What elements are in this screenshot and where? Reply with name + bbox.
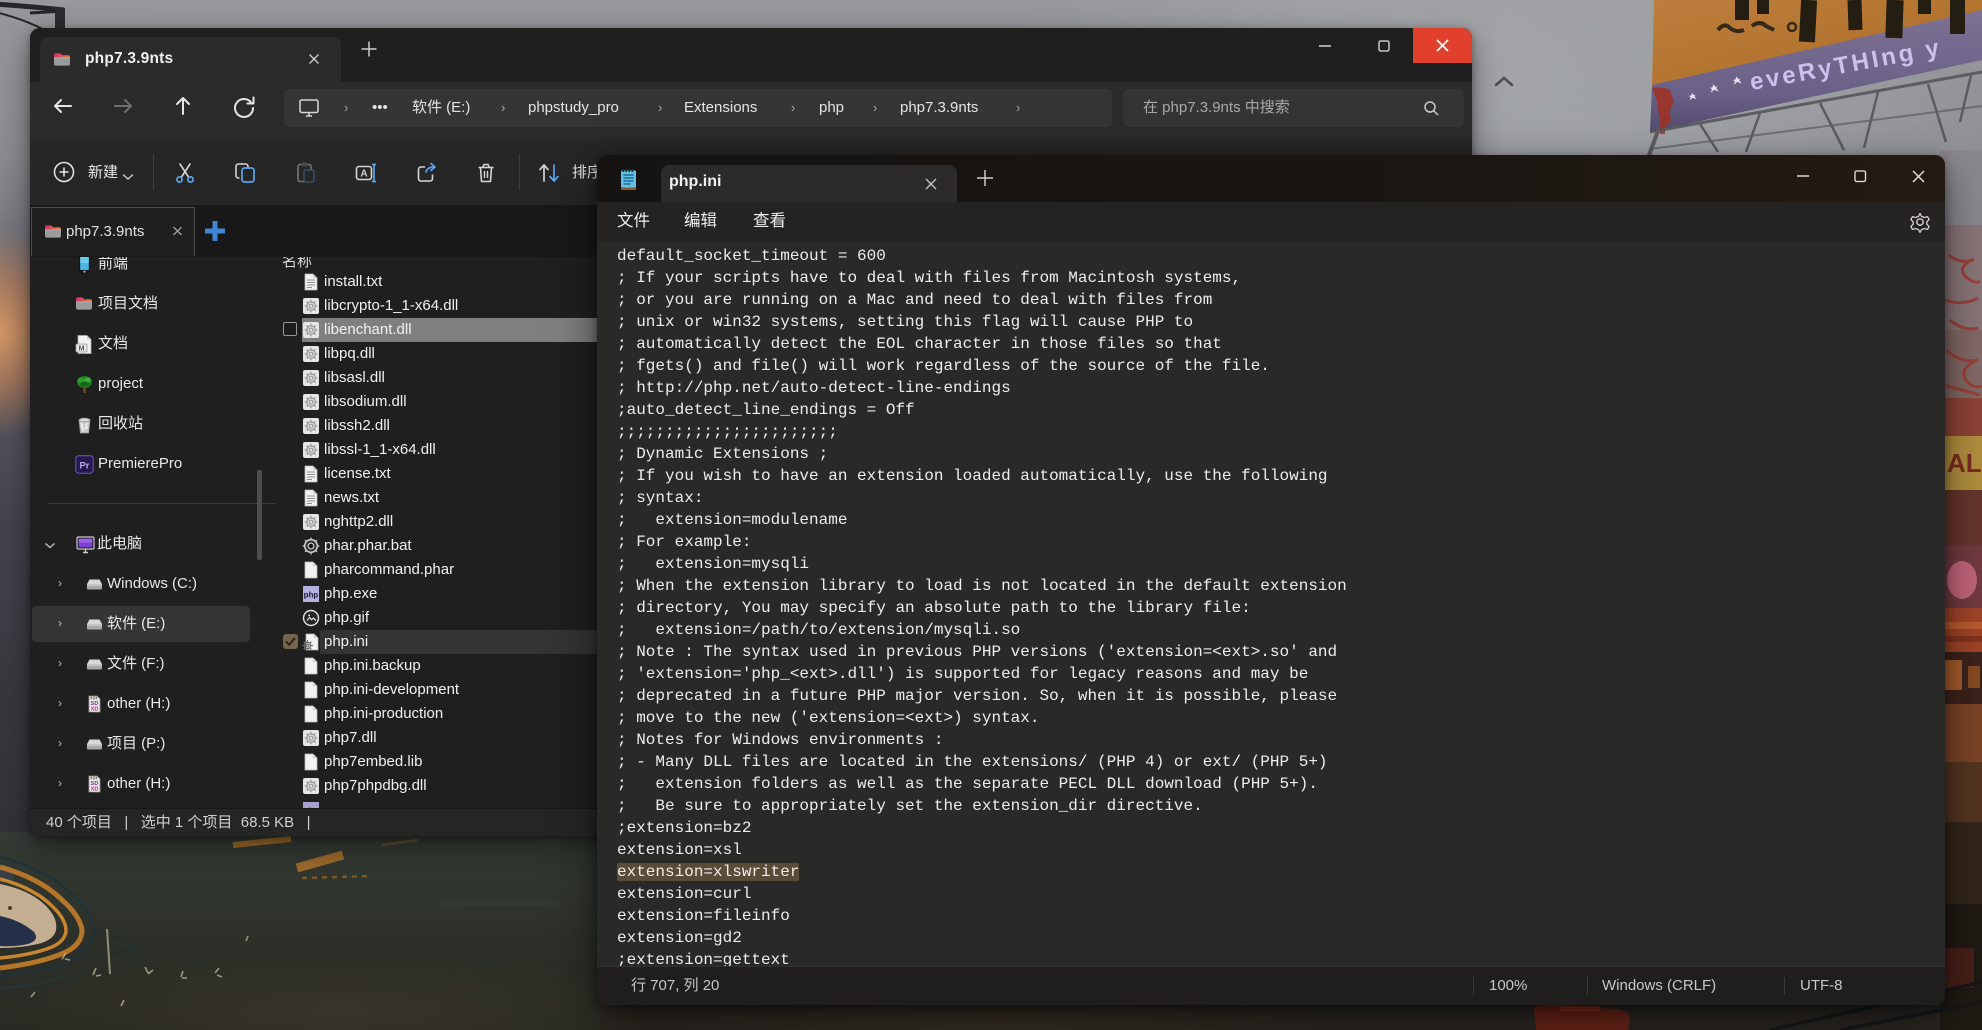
svg-text:AL: AL: [1947, 448, 1982, 478]
svg-text:A: A: [360, 169, 367, 180]
svg-text:php: php: [304, 592, 319, 601]
